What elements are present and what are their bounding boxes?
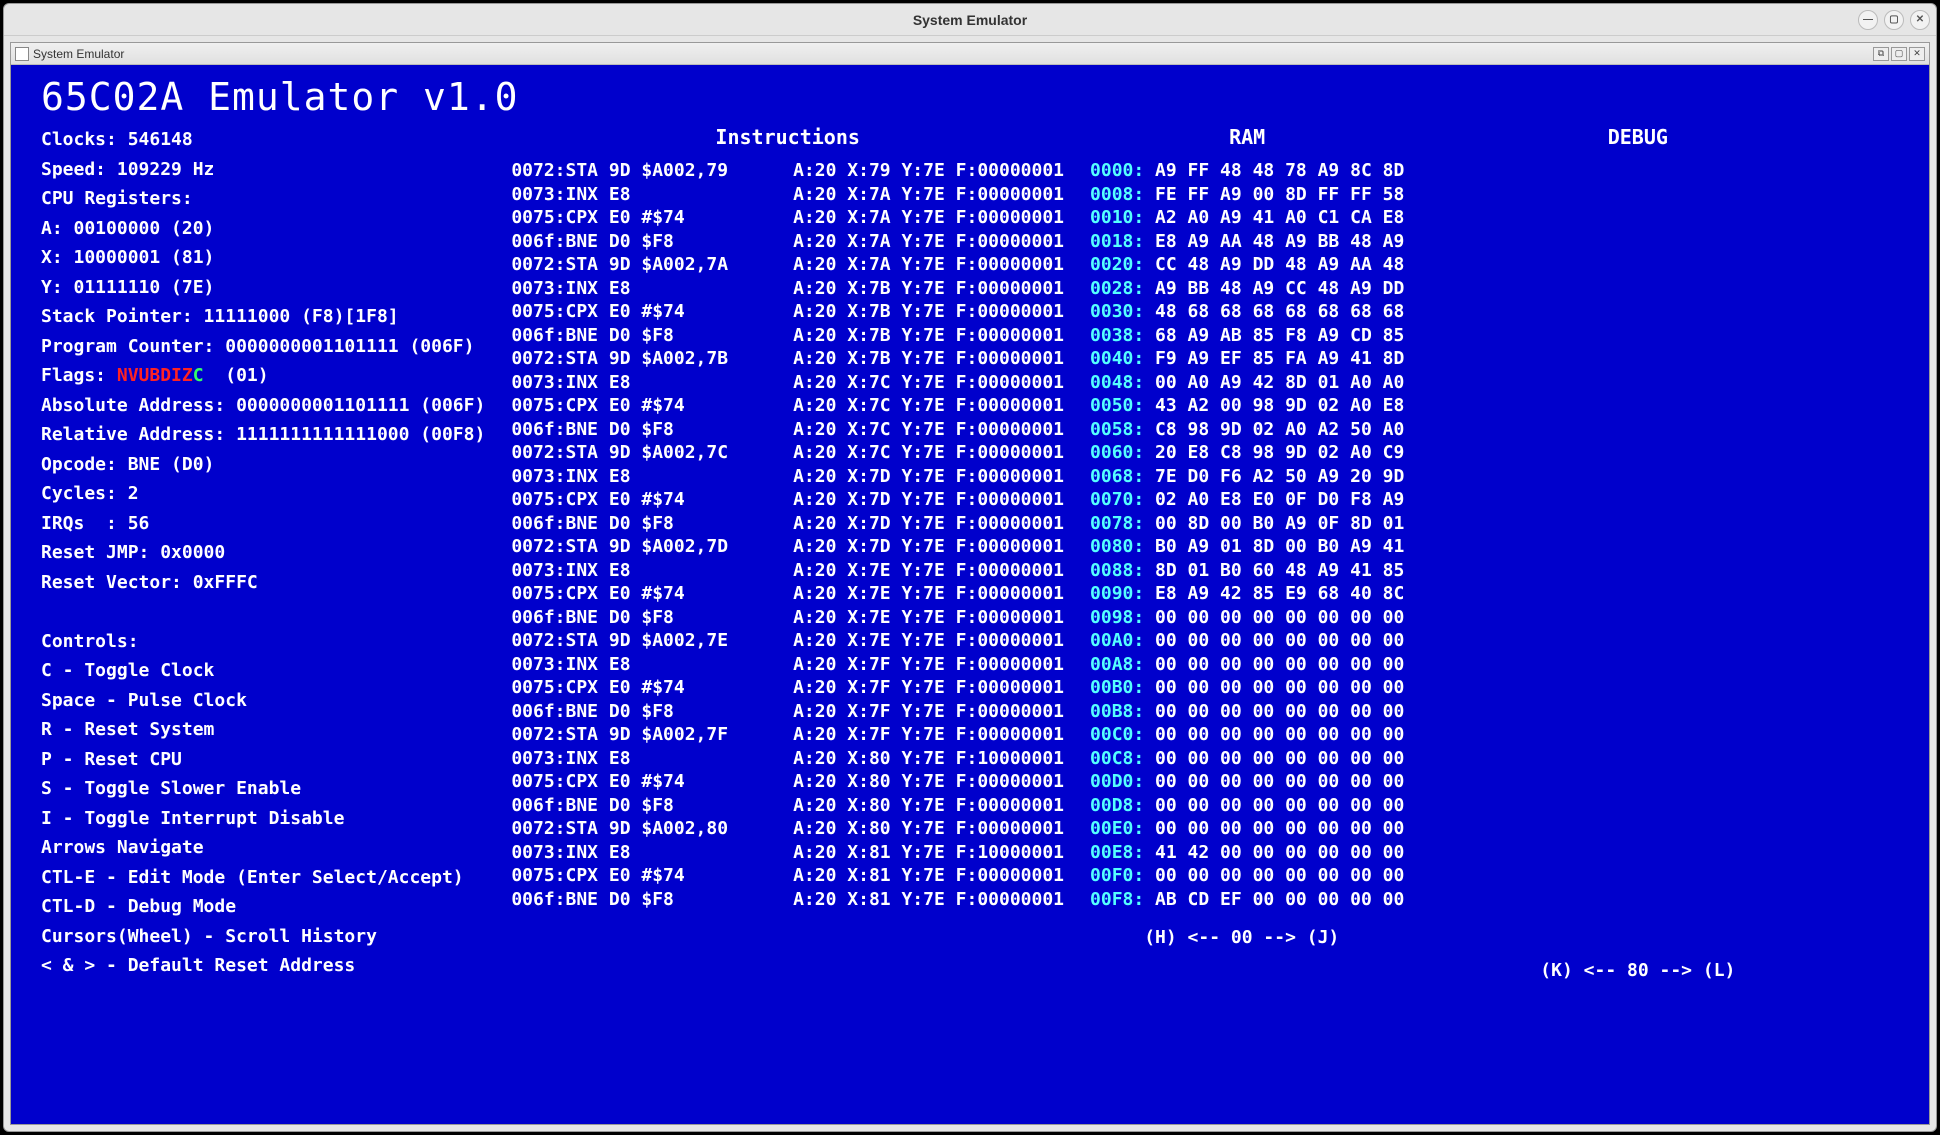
ram-list: 0000: A9 FF 48 48 78 A9 8C 8D 0008: FE F… <box>1090 159 1404 911</box>
debug-nav-hint: (K) <-- 80 --> (L) <box>1540 960 1735 981</box>
inner-window-title: System Emulator <box>33 47 124 61</box>
ram-heading: RAM <box>1090 125 1404 149</box>
outer-window-title: System Emulator <box>913 12 1027 28</box>
inner-close-button[interactable]: ✕ <box>1909 47 1925 61</box>
outer-titlebar[interactable]: System Emulator — ▢ ✕ <box>4 4 1936 36</box>
minimize-button[interactable]: — <box>1858 10 1878 30</box>
app-title: 65C02A Emulator v1.0 <box>41 75 1909 119</box>
maximize-button[interactable]: ▢ <box>1884 10 1904 30</box>
inner-titlebar[interactable]: System Emulator ⧉ ▢ ✕ <box>11 43 1929 65</box>
debug-heading: DEBUG <box>1540 125 1735 149</box>
close-button[interactable]: ✕ <box>1910 10 1930 30</box>
instructions-heading: Instructions <box>511 125 1064 149</box>
inner-restore-button[interactable]: ⧉ <box>1873 47 1889 61</box>
instruction-list: 0072:STA 9D $A002,79 A:20 X:79 Y:7E F:00… <box>511 159 1064 911</box>
outer-window: System Emulator — ▢ ✕ System Emulator ⧉ … <box>3 3 1937 1132</box>
inner-window: System Emulator ⧉ ▢ ✕ 65C02A Emulator v1… <box>10 42 1930 1125</box>
ram-nav-hint: (H) <-- 00 --> (J) <box>1090 927 1404 948</box>
emulator-panel[interactable]: 65C02A Emulator v1.0 Clocks: 546148 Spee… <box>11 65 1929 1124</box>
status-panel: Clocks: 546148 Speed: 109229 Hz CPU Regi… <box>41 125 485 981</box>
inner-maximize-button[interactable]: ▢ <box>1891 47 1907 61</box>
app-icon <box>15 47 29 61</box>
